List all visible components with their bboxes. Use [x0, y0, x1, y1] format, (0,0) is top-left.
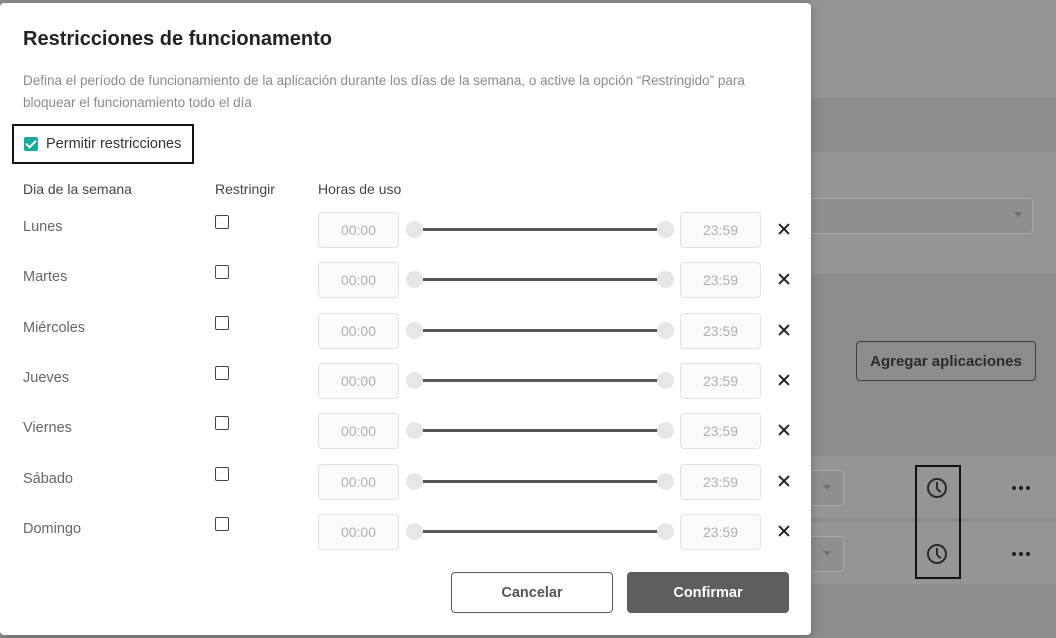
close-icon[interactable]: [776, 221, 792, 237]
hours-range-slider[interactable]: [406, 371, 674, 391]
restrict-checkbox[interactable]: [215, 517, 229, 531]
hours-range-slider[interactable]: [406, 472, 674, 492]
modal-description: Defina el período de funcionamiento de l…: [23, 73, 745, 110]
day-label: Jueves: [23, 370, 69, 386]
day-label: Domingo: [23, 521, 82, 537]
day-row: Jueves 00:00 23:59: [0, 363, 811, 403]
column-header-day: Dia de la semana: [23, 181, 132, 197]
slider-track: [414, 278, 666, 281]
slider-start-handle[interactable]: [406, 221, 423, 238]
day-row: Martes 00:00 23:59: [0, 262, 811, 302]
restrict-checkbox[interactable]: [215, 215, 229, 229]
hours-range-slider[interactable]: [406, 321, 674, 341]
restrict-checkbox[interactable]: [215, 366, 229, 380]
checkbox-checked-icon[interactable]: [24, 137, 38, 151]
slider-start-handle[interactable]: [406, 422, 423, 439]
slider-track: [414, 530, 666, 533]
slider-track: [414, 379, 666, 382]
start-time-input[interactable]: 00:00: [318, 413, 399, 449]
more-dots-icon[interactable]: [1012, 552, 1030, 556]
hours-range-slider[interactable]: [406, 421, 674, 441]
day-row: Domingo 00:00 23:59: [0, 514, 811, 554]
end-time-input[interactable]: 23:59: [680, 313, 761, 349]
start-time-input[interactable]: 00:00: [318, 262, 399, 298]
close-icon[interactable]: [776, 322, 792, 338]
restrict-checkbox[interactable]: [215, 416, 229, 430]
hours-range-slider[interactable]: [406, 220, 674, 240]
slider-end-handle[interactable]: [657, 372, 674, 389]
slider-start-handle[interactable]: [406, 372, 423, 389]
day-label: Viernes: [23, 420, 72, 436]
slider-start-handle[interactable]: [406, 473, 423, 490]
start-time-input[interactable]: 00:00: [318, 514, 399, 550]
close-icon[interactable]: [776, 473, 792, 489]
close-icon[interactable]: [776, 422, 792, 438]
day-label: Miércoles: [23, 320, 86, 336]
slider-end-handle[interactable]: [657, 473, 674, 490]
close-icon[interactable]: [776, 523, 792, 539]
restrict-checkbox[interactable]: [215, 316, 229, 330]
allow-restrictions-label: Permitir restricciones: [46, 136, 182, 152]
start-time-input[interactable]: 00:00: [318, 212, 399, 248]
hours-range-slider[interactable]: [406, 270, 674, 290]
slider-track: [414, 480, 666, 483]
day-label: Martes: [23, 269, 68, 285]
hours-range-slider[interactable]: [406, 522, 674, 542]
restrict-checkbox[interactable]: [215, 467, 229, 481]
more-dots-icon[interactable]: [1012, 486, 1030, 490]
end-time-input[interactable]: 23:59: [680, 514, 761, 550]
chevron-down-icon: [1014, 212, 1022, 217]
day-row: Miércoles 00:00 23:59: [0, 313, 811, 353]
day-row: Viernes 00:00 23:59: [0, 413, 811, 453]
start-time-input[interactable]: 00:00: [318, 464, 399, 500]
end-time-input[interactable]: 23:59: [680, 413, 761, 449]
background-select[interactable]: [780, 198, 1033, 234]
day-label: Sábado: [23, 471, 73, 487]
background-header-card: [810, 0, 1056, 98]
start-time-input[interactable]: 00:00: [318, 363, 399, 399]
slider-start-handle[interactable]: [406, 271, 423, 288]
cancel-button[interactable]: Cancelar: [451, 572, 613, 613]
close-icon[interactable]: [776, 271, 792, 287]
slider-track: [414, 329, 666, 332]
slider-end-handle[interactable]: [657, 322, 674, 339]
close-icon[interactable]: [776, 372, 792, 388]
start-time-input[interactable]: 00:00: [318, 313, 399, 349]
end-time-input[interactable]: 23:59: [680, 363, 761, 399]
column-header-hours: Horas de uso: [318, 181, 402, 197]
add-apps-button[interactable]: Agregar aplicaciones: [856, 341, 1036, 381]
end-time-input[interactable]: 23:59: [680, 464, 761, 500]
modal-title: Restricciones de funcionamento: [23, 28, 332, 50]
slider-start-handle[interactable]: [406, 322, 423, 339]
column-header-restrict: Restringir: [215, 181, 275, 197]
confirm-button[interactable]: Confirmar: [627, 572, 789, 613]
highlight-box: [915, 465, 961, 579]
slider-end-handle[interactable]: [657, 523, 674, 540]
restrict-checkbox[interactable]: [215, 265, 229, 279]
chevron-down-icon: [823, 485, 831, 490]
chevron-down-icon: [823, 551, 831, 556]
end-time-input[interactable]: 23:59: [680, 262, 761, 298]
slider-end-handle[interactable]: [657, 422, 674, 439]
slider-track: [414, 228, 666, 231]
restrictions-modal: Restricciones de funcionamento Defina el…: [0, 3, 811, 635]
slider-end-handle[interactable]: [657, 271, 674, 288]
slider-end-handle[interactable]: [657, 221, 674, 238]
slider-track: [414, 429, 666, 432]
allow-restrictions-checkbox[interactable]: Permitir restricciones: [12, 124, 194, 164]
day-row: Lunes 00:00 23:59: [0, 212, 811, 252]
day-label: Lunes: [23, 219, 63, 235]
slider-start-handle[interactable]: [406, 523, 423, 540]
end-time-input[interactable]: 23:59: [680, 212, 761, 248]
day-row: Sábado 00:00 23:59: [0, 464, 811, 504]
